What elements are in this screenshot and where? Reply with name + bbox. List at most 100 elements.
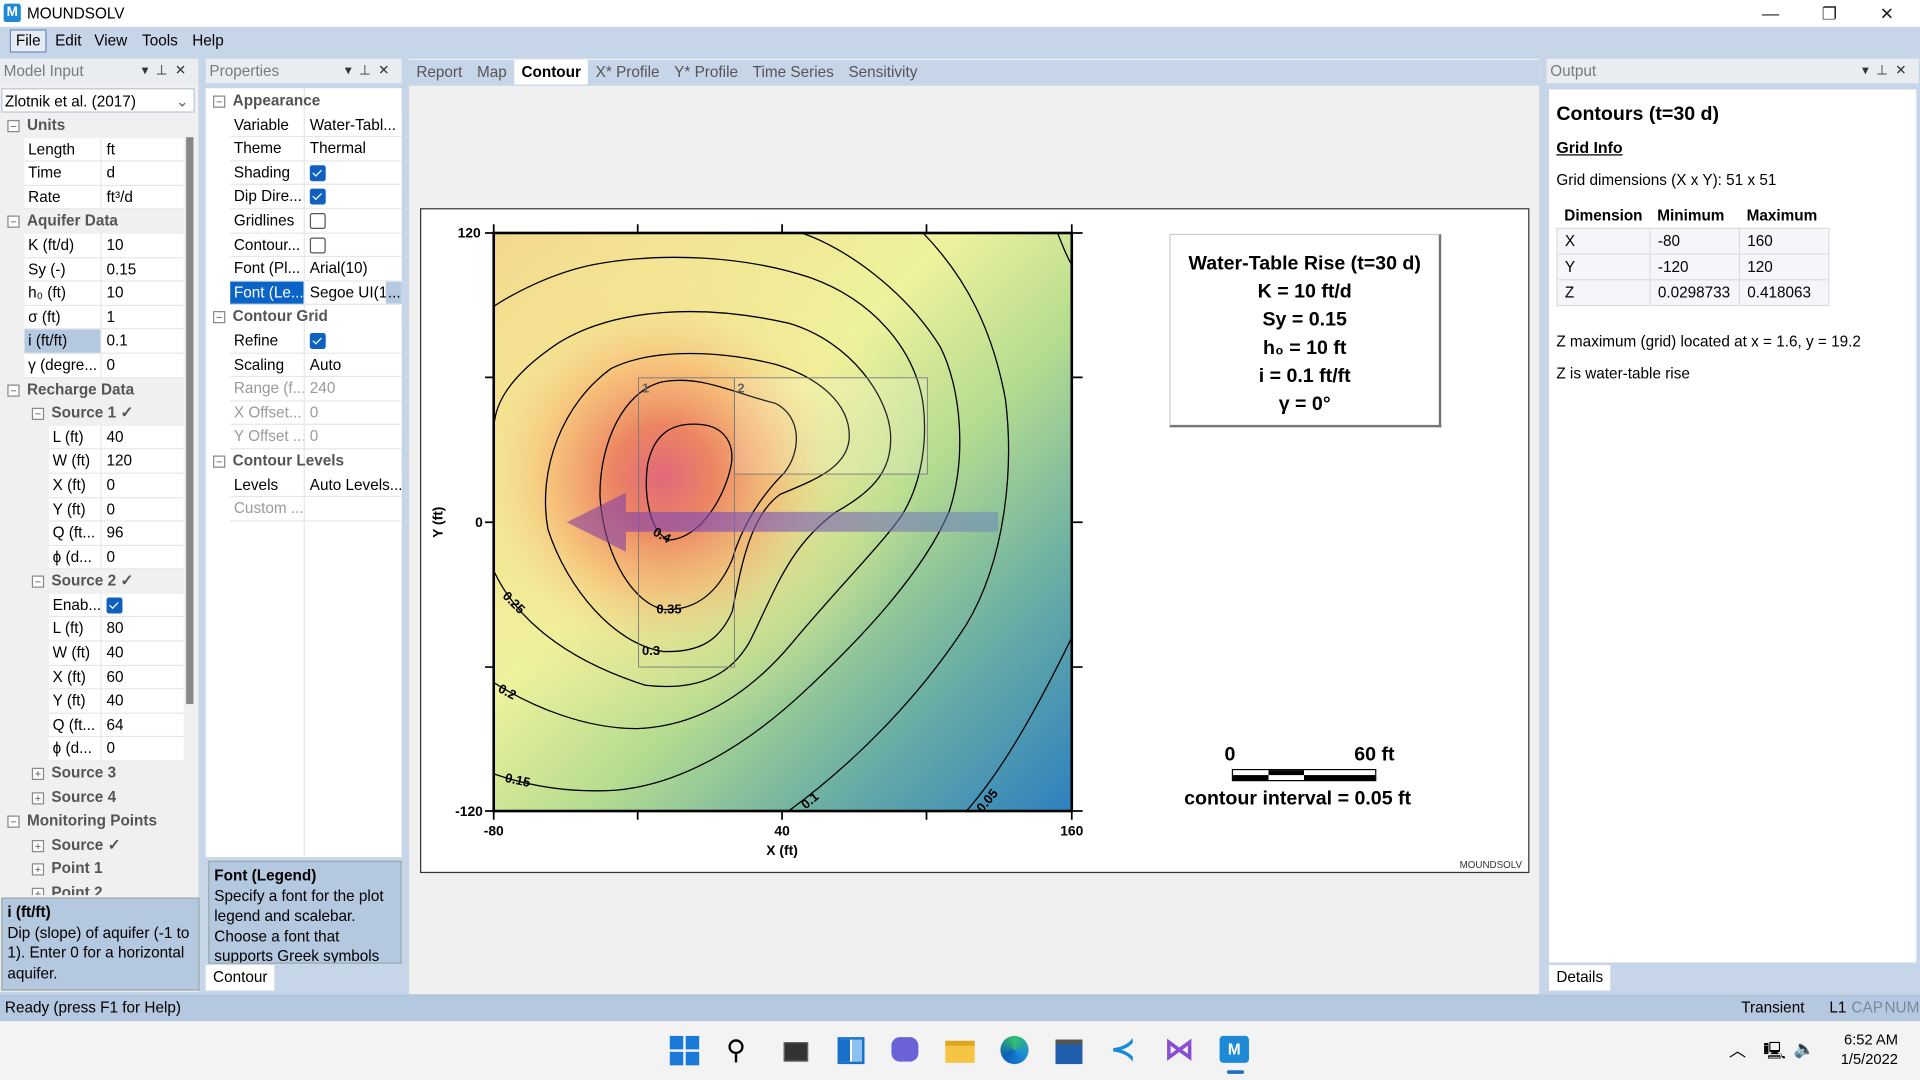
expand-icon[interactable]: +	[31, 887, 45, 896]
property-value[interactable]: 240	[303, 377, 402, 402]
tree-group-source-[interactable]: + Source ✓	[0, 834, 184, 858]
property-row[interactable]: Y (ft) 40	[0, 689, 184, 714]
panel-pin-close-buttons[interactable]: ▾⊥✕	[1862, 59, 1914, 83]
property-value[interactable]	[303, 497, 402, 522]
property-row[interactable]: Q (ft... 64	[0, 713, 184, 738]
property-value[interactable]: 10	[100, 281, 184, 306]
property-row[interactable]: Gridlines	[206, 209, 402, 234]
property-row[interactable]: h₀ (ft) 10	[0, 281, 184, 306]
menu-file[interactable]: File	[9, 29, 47, 53]
property-row[interactable]: Enab...	[0, 593, 184, 618]
collapse-icon[interactable]: −	[7, 383, 20, 397]
clock[interactable]: 6:52 AM 1/5/2022	[1837, 1030, 1898, 1069]
property-row[interactable]: γ (degre... 0	[0, 353, 184, 378]
tab-map[interactable]: Map	[470, 60, 514, 84]
checkbox-checked-icon[interactable]	[309, 332, 326, 349]
property-value[interactable]: 10	[100, 233, 184, 258]
restore-button[interactable]: ❐	[1805, 2, 1854, 24]
tree-group-contour-levels[interactable]: − Contour Levels	[206, 449, 402, 473]
property-value[interactable]: 40	[100, 689, 184, 714]
collapse-icon[interactable]: −	[213, 95, 226, 108]
tree-group-appearance[interactable]: − Appearance	[206, 89, 402, 113]
tree-group-source-4[interactable]: + Source 4	[0, 786, 184, 810]
panel-pin-close-buttons[interactable]: ▾⊥✕	[345, 59, 397, 83]
property-row[interactable]: ϕ (d... 0	[0, 737, 184, 762]
property-value[interactable]: 0	[100, 737, 184, 762]
property-value[interactable]: 40	[100, 641, 184, 666]
menu-edit[interactable]: Edit	[50, 31, 86, 52]
minimize-button[interactable]: —	[1746, 2, 1795, 24]
collapse-icon[interactable]: −	[31, 407, 45, 421]
expand-icon[interactable]: +	[31, 863, 45, 877]
scenario-dropdown[interactable]: Zlotnik et al. (2017) ⌄	[1, 88, 195, 113]
menu-view[interactable]: View	[89, 31, 132, 52]
property-value[interactable]: 0	[100, 497, 184, 522]
property-checkbox[interactable]	[303, 161, 402, 186]
property-row[interactable]: Length ft	[0, 137, 184, 162]
property-row[interactable]: Y (ft) 0	[0, 497, 184, 522]
collapse-icon[interactable]: −	[31, 575, 45, 589]
property-value[interactable]: 0	[100, 473, 184, 498]
chat-icon[interactable]	[890, 1036, 922, 1065]
property-value[interactable]: 120	[100, 449, 184, 474]
property-row[interactable]: Range (f... 240	[206, 377, 402, 402]
visual-studio-icon[interactable]: ⋈	[1164, 1035, 1196, 1065]
tree-group-units[interactable]: − Units	[0, 114, 184, 138]
tree-group-recharge-data[interactable]: − Recharge Data	[0, 378, 184, 402]
windows-start-icon[interactable]	[669, 1035, 702, 1066]
property-value[interactable]: 0.15	[100, 257, 184, 282]
search-icon[interactable]: ⚲	[726, 1035, 758, 1065]
checkbox-unchecked-icon[interactable]	[309, 213, 326, 229]
property-row[interactable]: Contour...	[206, 233, 402, 258]
store-icon[interactable]	[1055, 1036, 1088, 1065]
property-row[interactable]: ϕ (d... 0	[0, 545, 184, 570]
property-value[interactable]: 1	[100, 305, 184, 330]
property-row[interactable]: Q (ft... 96	[0, 521, 184, 546]
checkbox-checked-icon[interactable]	[309, 165, 326, 181]
tree-group-source-3[interactable]: + Source 3	[0, 762, 184, 786]
tree-group-point-1[interactable]: + Point 1	[0, 858, 184, 882]
tray-chevron-icon[interactable]: ︿	[1729, 1038, 1746, 1062]
edge-icon[interactable]	[1000, 1035, 1032, 1065]
checkbox-checked-icon[interactable]	[309, 189, 326, 205]
expand-icon[interactable]: +	[31, 767, 45, 781]
property-row[interactable]: Sy (-) 0.15	[0, 257, 184, 282]
grid-info-link[interactable]: Grid Info	[1556, 138, 1909, 156]
property-row[interactable]: Custom ...	[206, 497, 402, 522]
property-row[interactable]: Dip Dire...	[206, 185, 402, 210]
collapse-icon[interactable]: −	[7, 120, 20, 133]
property-value[interactable]: 0.1	[100, 329, 184, 354]
property-value[interactable]: 80	[100, 617, 184, 642]
model-input-scrollbar[interactable]	[186, 137, 194, 705]
property-row[interactable]: L (ft) 80	[0, 617, 184, 642]
moundsolv-icon[interactable]: M	[1219, 1035, 1252, 1074]
property-value[interactable]: 40	[100, 425, 184, 450]
property-value[interactable]: Auto	[303, 353, 402, 378]
property-checkbox[interactable]	[303, 233, 402, 258]
tree-group-point-2[interactable]: + Point 2	[0, 882, 184, 896]
property-row[interactable]: Font (Le... Segoe UI(1...	[206, 281, 402, 306]
property-row[interactable]: Variable Water-Tabl...	[206, 113, 402, 138]
tab-x-profile[interactable]: X* Profile	[588, 60, 667, 84]
menu-tools[interactable]: Tools	[137, 31, 183, 52]
vscode-icon[interactable]: ≺	[1111, 1035, 1143, 1065]
property-checkbox[interactable]	[303, 329, 402, 354]
property-value[interactable]: 0	[303, 425, 402, 450]
properties-grid[interactable]: − Appearance Variable Water-Tabl... Theme The…	[206, 89, 402, 522]
property-value[interactable]: 0	[100, 545, 184, 570]
tree-group-monitoring-points[interactable]: − Monitoring Points	[0, 810, 184, 834]
model-input-tree[interactable]: − Units Length ft Time d Rate ft³/d − Aquifer Dat…	[0, 113, 184, 896]
tab-sensitivity[interactable]: Sensitivity	[841, 60, 925, 84]
property-row[interactable]: Scaling Auto	[206, 353, 402, 378]
property-value[interactable]: Segoe UI(1...	[303, 281, 402, 306]
expand-icon[interactable]: +	[31, 791, 45, 805]
property-row[interactable]: σ (ft) 1	[0, 305, 184, 330]
tree-group-source-1-[interactable]: − Source 1 ✓	[0, 402, 184, 426]
property-row[interactable]: Rate ft³/d	[0, 185, 184, 210]
property-row[interactable]: i (ft/ft) 0.1	[0, 329, 184, 354]
property-checkbox[interactable]	[100, 593, 184, 618]
collapse-icon[interactable]: −	[213, 455, 226, 468]
property-value[interactable]: 64	[100, 713, 184, 738]
property-value[interactable]: 96	[100, 521, 184, 546]
property-row[interactable]: X (ft) 60	[0, 665, 184, 690]
